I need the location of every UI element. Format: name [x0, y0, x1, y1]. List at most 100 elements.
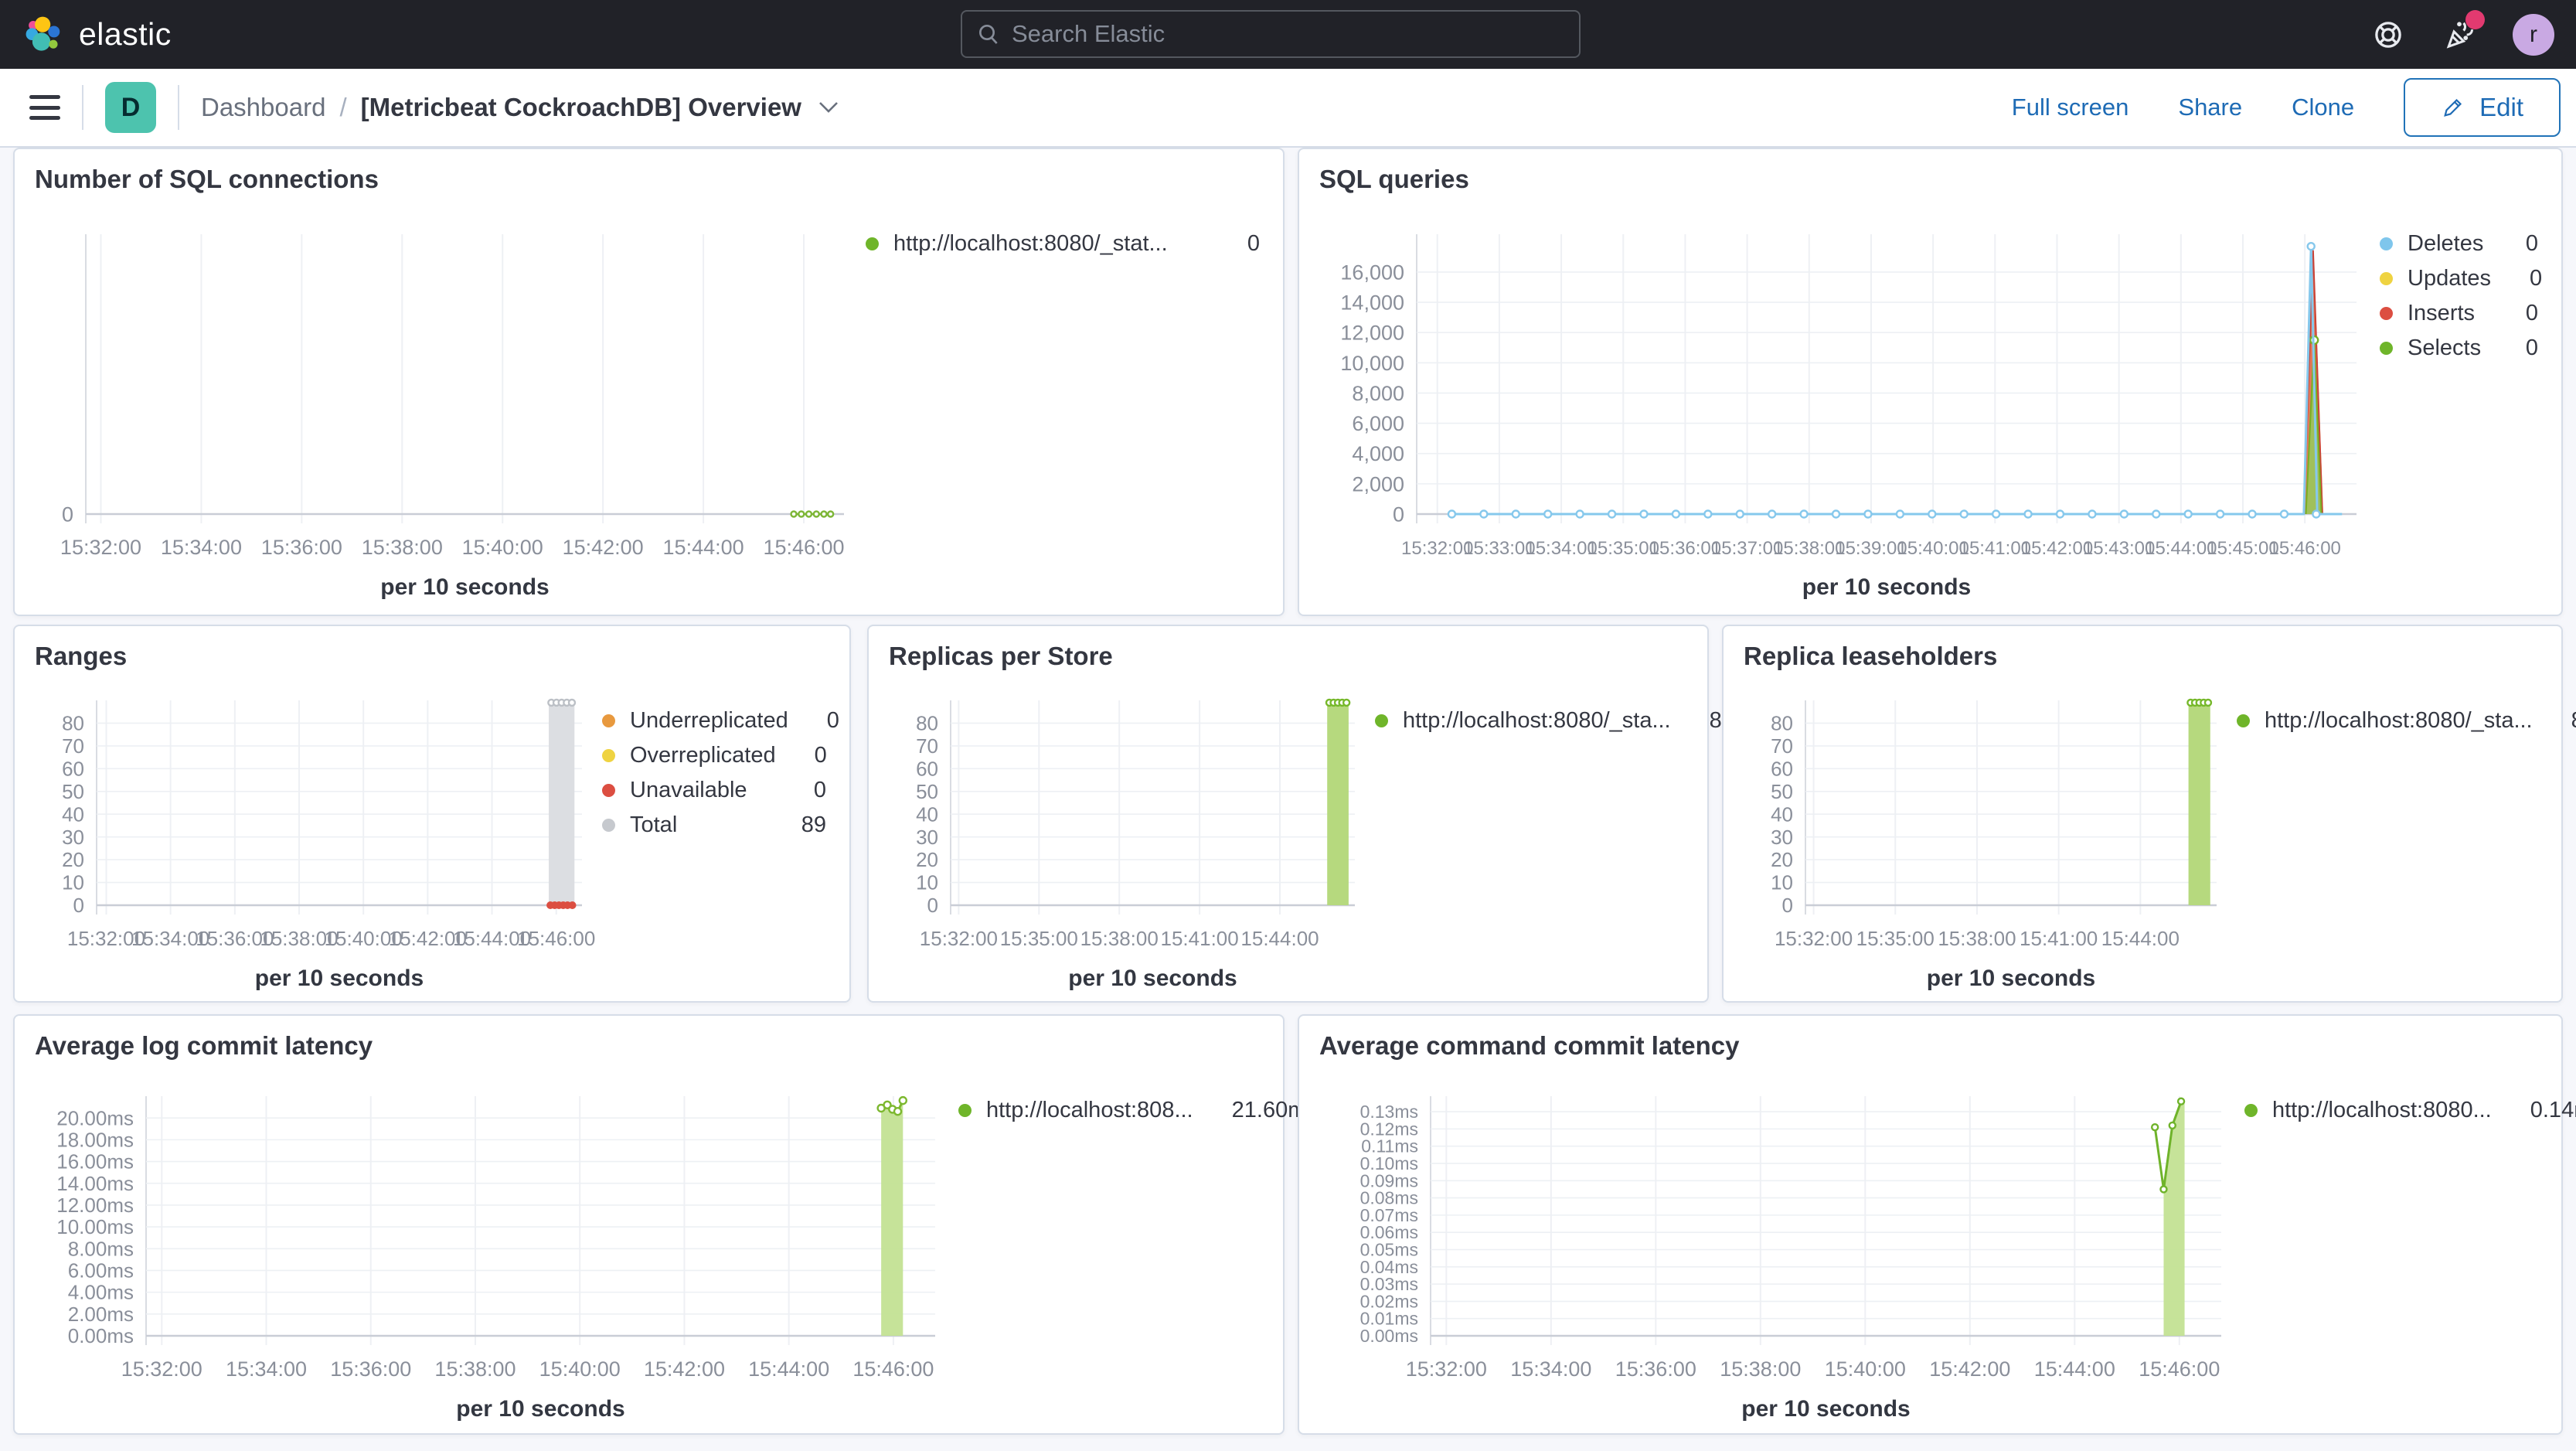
svg-text:15:32:00: 15:32:00 — [60, 536, 141, 559]
legend-label: http://localhost:8080/_stat... — [893, 231, 1168, 256]
help-icon — [2375, 21, 2401, 48]
svg-text:4.00ms: 4.00ms — [68, 1281, 134, 1304]
svg-text:15:34:00: 15:34:00 — [1510, 1357, 1591, 1381]
global-search[interactable] — [961, 10, 1581, 58]
svg-text:0.08ms: 0.08ms — [1360, 1188, 1418, 1208]
chart-axes: 01020304050607080 15:32:00 15:35:00 15:38:0… — [916, 712, 1319, 991]
legend-item[interactable]: http://localhost:808... 21.60ms — [958, 1093, 1318, 1128]
space-badge[interactable]: D — [105, 82, 156, 133]
svg-text:0.02ms: 0.02ms — [1360, 1291, 1418, 1311]
legend-value: 0 — [2525, 231, 2538, 256]
svg-text:4,000: 4,000 — [1352, 442, 1404, 465]
legend-color-dot — [958, 1104, 972, 1117]
news-button[interactable] — [2442, 9, 2485, 53]
legend-item[interactable]: Overreplicated 0 — [602, 738, 827, 773]
legend-item[interactable]: http://localhost:8080/_sta...89 — [1375, 703, 1734, 738]
chart-axes: 0 15:32:00 15:34:00 15:36:00 15:38:00 15:40:0… — [60, 502, 845, 600]
svg-text:15:40:00: 15:40:00 — [1825, 1357, 1906, 1381]
chart-p2-canvas[interactable]: 0 2,000 4,000 6,000 8,000 10,000 12,000 14,000 1… — [1299, 203, 2380, 615]
svg-text:30: 30 — [916, 826, 938, 849]
svg-text:15:46:00: 15:46:00 — [517, 927, 595, 950]
svg-text:15:32:00: 15:32:00 — [121, 1357, 202, 1381]
legend-item[interactable]: http://localhost:8080... 0.14ms — [2244, 1093, 2576, 1128]
legend-color-dot — [2380, 342, 2393, 355]
chart-p1-canvas[interactable]: 0 15:32:00 15:34:00 15:36:00 15:38:00 15:40:0… — [15, 203, 866, 615]
svg-text:0.03ms: 0.03ms — [1360, 1274, 1418, 1294]
chart-p6-canvas[interactable]: 0.00ms2.00ms4.00ms6.00ms8.00ms10.00ms12.… — [15, 1070, 958, 1433]
chart-p7-canvas[interactable]: 0.00ms0.01ms0.02ms0.03ms0.04ms0.05ms0.06… — [1299, 1070, 2244, 1433]
search-input[interactable] — [1010, 19, 1579, 49]
chart-legend: http://localhost:8080/_sta...89 — [1375, 680, 1734, 1001]
x-axis-title: per 10 seconds — [1927, 966, 2095, 991]
svg-text:15:44:00: 15:44:00 — [2034, 1357, 2115, 1381]
svg-text:0.10ms: 0.10ms — [1360, 1153, 1418, 1173]
share-button[interactable]: Share — [2178, 94, 2242, 121]
top-navigation-bar: elastic r — [0, 0, 2576, 69]
svg-text:0.04ms: 0.04ms — [1360, 1257, 1418, 1277]
svg-text:10: 10 — [1771, 871, 1793, 894]
legend-item[interactable]: Deletes 0 — [2380, 227, 2538, 261]
legend-item[interactable]: Inserts 0 — [2380, 296, 2538, 331]
svg-text:15:44:00: 15:44:00 — [2101, 927, 2180, 950]
edit-button[interactable]: Edit — [2404, 78, 2561, 137]
svg-text:80: 80 — [1771, 712, 1793, 735]
legend-label: http://localhost:8080... — [2272, 1098, 2492, 1122]
menu-button[interactable] — [29, 95, 60, 120]
legend-color-dot — [1375, 714, 1388, 727]
chart-p5-canvas[interactable]: 01020304050607080 15:32:00 15:35:00 15:38:0… — [1724, 680, 2237, 1001]
legend-item[interactable]: http://localhost:8080/_stat... 0 — [866, 227, 1260, 261]
chart-p4-canvas[interactable]: 01020304050607080 15:32:00 15:35:00 15:38:0… — [869, 680, 1375, 1001]
breadcrumb-dashboard-link[interactable]: Dashboard — [201, 93, 325, 122]
chart-legend: http://localhost:808... 21.60ms — [958, 1070, 1318, 1433]
dashboard-header-bar: D Dashboard / [Metricbeat CockroachDB] O… — [0, 69, 2576, 148]
legend-label: Inserts — [2408, 301, 2476, 325]
chart-p3-canvas[interactable]: 0102030405060708015:32:0015:34:0015:36:0… — [15, 680, 602, 1001]
svg-text:80: 80 — [916, 712, 938, 735]
svg-text:16.00ms: 16.00ms — [56, 1150, 134, 1173]
legend-label: http://localhost:8080/_sta... — [2265, 708, 2533, 733]
legend-item[interactable]: Updates 0 — [2380, 261, 2542, 296]
breadcrumb-current-title[interactable]: [Metricbeat CockroachDB] Overview — [361, 93, 801, 122]
legend-item[interactable]: Selects 0 — [2380, 331, 2538, 366]
x-axis-title: per 10 seconds — [255, 966, 424, 991]
svg-text:14,000: 14,000 — [1340, 291, 1404, 315]
legend-item[interactable]: Underreplicated 0 — [602, 703, 839, 738]
svg-text:0.05ms: 0.05ms — [1360, 1240, 1418, 1260]
svg-text:15:44:00: 15:44:00 — [748, 1357, 829, 1381]
full-screen-button[interactable]: Full screen — [2012, 94, 2129, 121]
panel-p5: Replica leaseholders 0 10 20 30 40 50 60 70 80 15:… — [1722, 625, 2576, 1003]
panel-title: Number of SQL connections — [35, 165, 379, 193]
chart-grid — [1430, 1096, 2221, 1345]
chart-grid — [1805, 700, 2217, 915]
notification-badge — [2465, 9, 2485, 29]
svg-text:70: 70 — [916, 734, 938, 758]
legend-label: Unavailable — [630, 778, 747, 802]
legend-item[interactable]: Unavailable 0 — [602, 773, 826, 808]
svg-text:40: 40 — [916, 802, 938, 826]
svg-text:15:41:00: 15:41:00 — [1161, 927, 1239, 950]
svg-text:0.07ms: 0.07ms — [1360, 1205, 1418, 1225]
legend-color-dot — [2237, 714, 2250, 727]
dashboard-list-toggle[interactable] — [817, 100, 840, 115]
svg-text:50: 50 — [916, 780, 938, 803]
legend-item[interactable]: Total 89 — [602, 808, 826, 843]
panel-p4: Replicas per Store 0 10 20 30 40 50 60 70 80 15:32… — [867, 625, 1734, 1003]
panel-title: SQL queries — [1319, 165, 1469, 193]
legend-value: 0 — [2530, 266, 2543, 291]
svg-text:2,000: 2,000 — [1352, 472, 1404, 496]
svg-text:15:32:00: 15:32:00 — [1406, 1357, 1487, 1381]
svg-text:0: 0 — [927, 894, 938, 917]
user-avatar[interactable]: r — [2513, 13, 2554, 56]
legend-color-dot — [2380, 237, 2393, 250]
divider — [178, 85, 179, 130]
elastic-brand[interactable]: elastic — [23, 15, 172, 55]
legend-label: Updates — [2408, 266, 2492, 291]
clone-button[interactable]: Clone — [2292, 94, 2354, 121]
chart-series — [2150, 1097, 2186, 1336]
chart-axes: 0 2,000 4,000 6,000 8,000 10,000 12,000 14,000 1… — [1340, 261, 2340, 600]
legend-item[interactable]: http://localhost:8080/_sta...89 — [2237, 703, 2576, 738]
chart-series — [1325, 698, 1351, 905]
help-button[interactable] — [2370, 17, 2406, 53]
svg-text:16,000: 16,000 — [1340, 261, 1404, 284]
legend-color-dot — [602, 819, 615, 832]
